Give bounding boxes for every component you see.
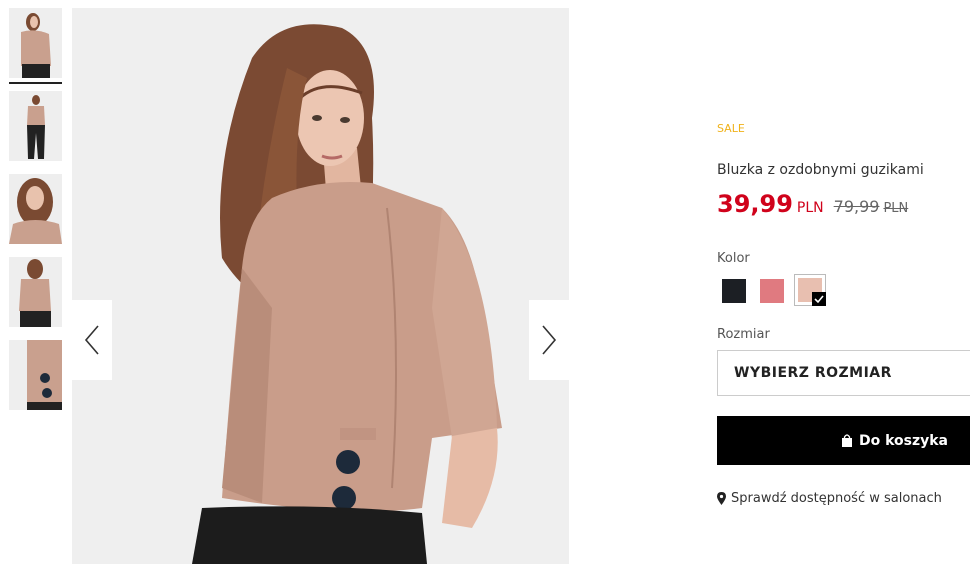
size-select-placeholder: WYBIERZ ROZMIAR bbox=[734, 365, 892, 381]
add-to-cart-button[interactable]: Do koszyka bbox=[717, 416, 970, 465]
chevron-left-icon bbox=[84, 325, 99, 355]
chevron-right-icon bbox=[542, 325, 557, 355]
location-pin-icon bbox=[717, 492, 726, 505]
previous-image-button[interactable] bbox=[72, 300, 112, 380]
sale-badge: SALE bbox=[717, 122, 745, 135]
old-price-currency: PLN bbox=[883, 201, 909, 216]
color-swatch-black[interactable] bbox=[722, 279, 746, 303]
thumbnail-1[interactable] bbox=[9, 8, 62, 78]
store-availability-link[interactable]: Sprawdź dostępność w salonach bbox=[717, 491, 942, 506]
thumbnail-2[interactable] bbox=[9, 91, 62, 161]
thumbnail-4[interactable] bbox=[9, 257, 62, 327]
thumbnail-5[interactable] bbox=[9, 340, 62, 410]
thumbnail-3[interactable] bbox=[9, 174, 62, 244]
product-main-image bbox=[72, 8, 569, 564]
checkmark-icon bbox=[812, 292, 826, 306]
current-price-currency: PLN bbox=[796, 200, 824, 216]
next-image-button[interactable] bbox=[529, 300, 569, 380]
product-title: Bluzka z ozdobnymi guzikami bbox=[717, 162, 924, 178]
old-price: 79,99 bbox=[833, 197, 880, 216]
size-select[interactable]: WYBIERZ ROZMIAR bbox=[717, 350, 970, 396]
add-to-cart-label: Do koszyka bbox=[858, 432, 948, 449]
shopping-bag-icon bbox=[841, 434, 852, 447]
size-label: Rozmiar bbox=[717, 327, 770, 342]
price-block: 39,99 PLN 79,99 PLN bbox=[717, 190, 908, 218]
store-availability-label: Sprawdź dostępność w salonach bbox=[731, 491, 942, 506]
current-price: 39,99 bbox=[717, 190, 793, 218]
thumbnail-active-indicator bbox=[9, 82, 62, 84]
color-swatch-pink[interactable] bbox=[760, 279, 784, 303]
color-label: Kolor bbox=[717, 251, 750, 266]
